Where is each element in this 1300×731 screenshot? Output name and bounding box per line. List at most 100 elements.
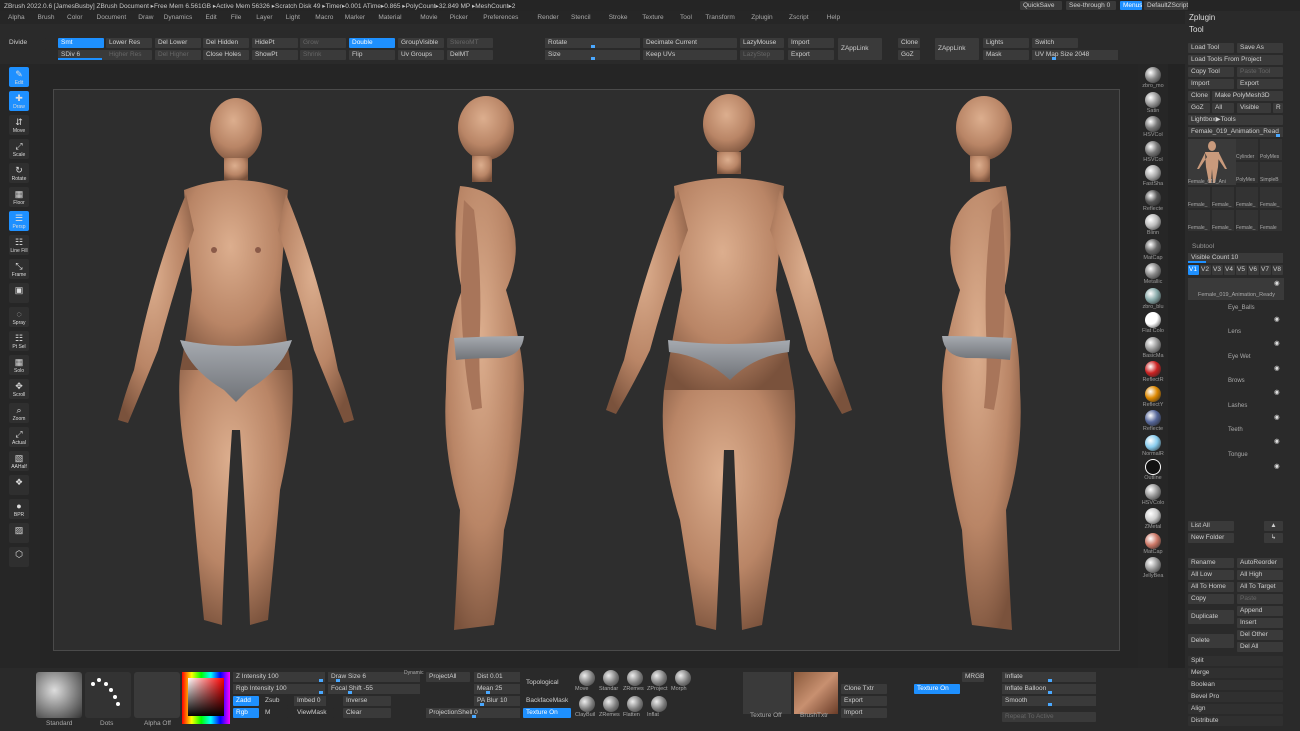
dist-slider[interactable]: Dist 0.01 — [474, 672, 520, 682]
paste-button[interactable]: Paste — [1237, 594, 1283, 604]
tool-bpr-icon[interactable]: ● BPR — [9, 499, 29, 519]
menu-stroke[interactable]: Stroke — [609, 14, 628, 21]
clear-button[interactable]: Clear — [343, 708, 391, 718]
flip-button[interactable]: Flip — [349, 50, 395, 60]
menu-draw[interactable]: Draw — [138, 14, 153, 21]
version-tab[interactable]: V2 — [1200, 265, 1211, 275]
menu-document[interactable]: Document — [97, 14, 127, 21]
all-button[interactable]: All — [1212, 103, 1234, 113]
mrgb-button[interactable]: MRGB — [962, 672, 984, 682]
menu-render[interactable]: Render — [537, 14, 558, 21]
color-square[interactable] — [188, 678, 224, 716]
menu-texture[interactable]: Texture — [642, 14, 663, 21]
subtool-header[interactable]: Subtool — [1192, 243, 1214, 250]
delmt-button[interactable]: DelMT — [447, 50, 493, 60]
clone-txtr-button[interactable]: Clone Txtr — [841, 684, 887, 694]
tool-solo-icon[interactable]: ▦ Solo — [9, 355, 29, 375]
tool-thumbnail[interactable]: PolyMes — [1260, 139, 1282, 160]
tool-misc-icon[interactable]: ▣ — [9, 283, 29, 303]
insert-button[interactable]: Insert — [1237, 618, 1283, 628]
eye-icon[interactable]: ◉ — [1274, 364, 1280, 372]
backfacemask-toggle[interactable]: BackfaceMask — [523, 696, 571, 706]
copy-button[interactable]: Copy — [1188, 594, 1234, 604]
distribute-section[interactable]: Distribute — [1188, 716, 1283, 726]
append-button[interactable]: Append — [1237, 606, 1283, 616]
repeat-to-active-button[interactable]: Repeat To Active — [1002, 712, 1096, 722]
brush-icon[interactable] — [579, 696, 595, 712]
tool-actual-icon[interactable]: ⤢ Actual — [9, 427, 29, 447]
material-swatch[interactable] — [1145, 238, 1161, 255]
list-all-button[interactable]: List All — [1188, 521, 1234, 531]
paste-tool-button[interactable]: Paste Tool — [1237, 67, 1283, 77]
version-tab[interactable]: V1 — [1188, 265, 1199, 275]
make-polymesh-button[interactable]: Make PolyMesh3D — [1212, 91, 1283, 101]
subtool-item[interactable]: Eye Wet ◉ — [1188, 352, 1284, 374]
tool-header[interactable]: Tool — [1189, 25, 1204, 34]
stereo-button[interactable]: StereoMT — [447, 38, 493, 48]
tool-scroll-icon[interactable]: ✥ Scroll — [9, 379, 29, 399]
texture-off-icon[interactable] — [743, 672, 791, 714]
subtool-item[interactable]: Female_019_Animation_Ready ◉ — [1188, 278, 1284, 300]
tool-thumbnail[interactable]: PolyMes — [1236, 162, 1258, 183]
tool-frame-icon[interactable]: ⤡ Frame — [9, 259, 29, 279]
quicksave-button[interactable]: QuickSave — [1020, 1, 1062, 10]
tool-draw-icon[interactable]: ✚ Draw — [9, 91, 29, 111]
material-swatch[interactable] — [1145, 532, 1161, 549]
m-toggle[interactable]: M — [262, 708, 288, 718]
color-picker[interactable] — [182, 672, 230, 724]
material-swatch[interactable] — [1145, 557, 1161, 573]
rotate-slider[interactable]: Rotate — [545, 38, 640, 48]
brush-icon[interactable] — [627, 696, 643, 712]
load-tool-button[interactable]: Load Tool — [1188, 43, 1234, 53]
sdiv-slider[interactable]: SDiv 6 — [58, 50, 108, 60]
export-button[interactable]: Export — [788, 50, 834, 60]
menu-marker[interactable]: Marker — [345, 14, 365, 21]
menu-layer[interactable]: Layer — [256, 14, 272, 21]
material-swatch[interactable] — [1145, 214, 1161, 230]
rgb-toggle[interactable]: Rgb — [233, 708, 259, 718]
menu-preferences[interactable]: Preferences — [483, 14, 518, 21]
material-swatch[interactable] — [1145, 434, 1161, 451]
brush-texture-icon[interactable] — [794, 672, 838, 714]
uv-groups-button[interactable]: Uv Groups — [398, 50, 444, 60]
tool-misc-icon[interactable]: ▨ — [9, 523, 29, 543]
tool-thumbnail[interactable]: Female_ — [1188, 210, 1210, 231]
material-swatch[interactable] — [1145, 91, 1161, 108]
dots-stroke-icon[interactable] — [85, 672, 131, 718]
tool-edit-icon[interactable]: ✎ Edit — [9, 67, 29, 87]
imbed-slider[interactable]: Imbed 0 — [294, 696, 326, 706]
tool-aahalf-icon[interactable]: ▧ AAHalf — [9, 451, 29, 471]
clone-button[interactable]: Clone — [898, 38, 920, 48]
tool-move-icon[interactable]: ⇵ Move — [9, 115, 29, 135]
inverse-button[interactable]: Inverse — [343, 696, 391, 706]
visible-button[interactable]: Visible — [1237, 103, 1271, 113]
menu-light[interactable]: Light — [286, 14, 300, 21]
arrow-up-icon[interactable]: ▲ — [1264, 521, 1283, 531]
menus-button[interactable]: Menus — [1120, 1, 1142, 10]
hidept-button[interactable]: HidePt — [252, 38, 298, 48]
menu-edit[interactable]: Edit — [206, 14, 217, 21]
tool-thumbnail[interactable]: Cylinder — [1236, 139, 1258, 160]
lightbox-tools-button[interactable]: Lightbox▶Tools — [1188, 115, 1283, 125]
zapplink2-button[interactable]: ZAppLink — [935, 38, 979, 60]
new-folder-button[interactable]: New Folder — [1188, 533, 1234, 543]
autoreorder-button[interactable]: AutoReorder — [1237, 558, 1283, 568]
dynamic-toggle[interactable]: Dynamic — [404, 670, 423, 676]
standard-brush-icon[interactable] — [36, 672, 82, 718]
lazystep-slider[interactable]: LazyStep — [740, 50, 784, 60]
switch-button[interactable]: Switch — [1032, 38, 1078, 48]
tool-floor-icon[interactable]: ▦ Floor — [9, 187, 29, 207]
menu-stencil[interactable]: Stencil — [571, 14, 591, 21]
tool-zoom-icon[interactable]: ⌕ Zoom — [9, 403, 29, 423]
menu-material[interactable]: Material — [378, 14, 401, 21]
mean-slider[interactable]: Mean 25 — [474, 684, 520, 694]
subtool-item[interactable]: Teeth ◉ — [1188, 425, 1284, 447]
document-canvas[interactable] — [53, 89, 1120, 651]
version-tab[interactable]: V8 — [1272, 265, 1283, 275]
tool-thumbnail[interactable]: Female_ — [1212, 210, 1234, 231]
material-swatch[interactable] — [1145, 336, 1161, 353]
material-swatch[interactable] — [1145, 165, 1161, 181]
alpha-off-icon[interactable] — [134, 672, 180, 718]
visible-count-slider[interactable]: Visible Count 10 — [1188, 253, 1283, 263]
default-zscript-button[interactable]: DefaultZScript — [1144, 1, 1188, 10]
